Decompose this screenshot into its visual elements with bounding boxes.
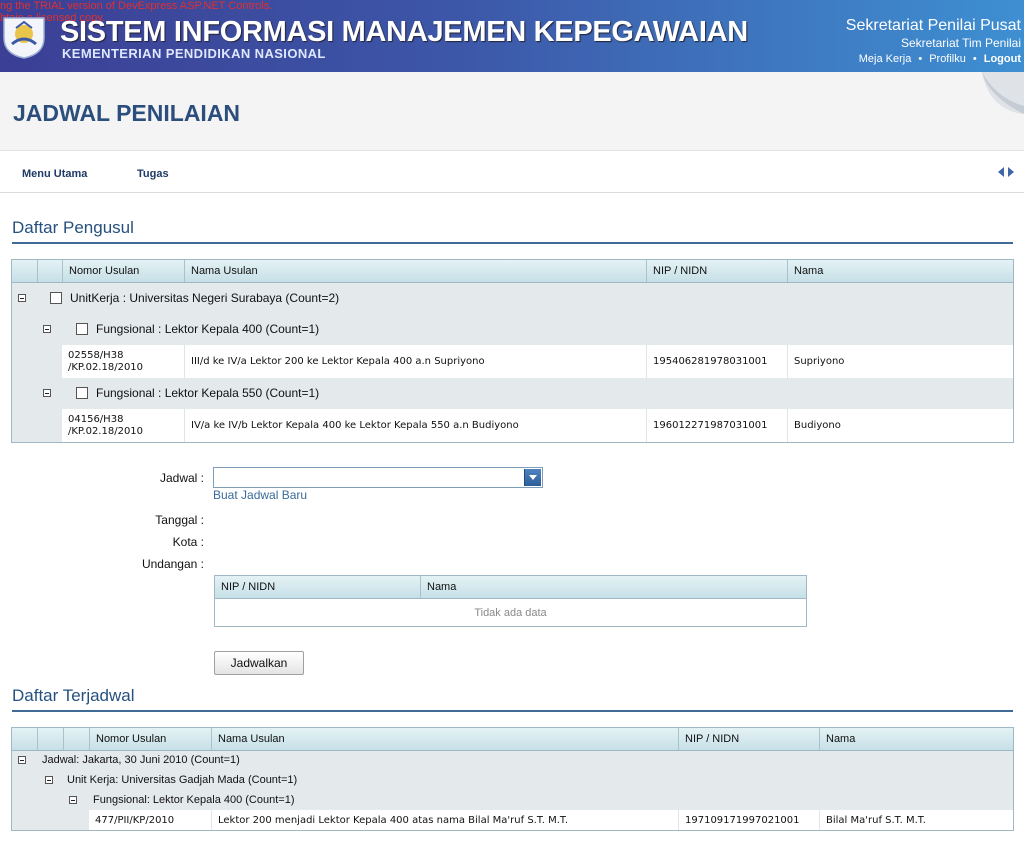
grid-header-spacer xyxy=(37,260,62,282)
tut-wuri-handayani-logo-icon xyxy=(3,17,45,59)
group-row-fungsional-400: Fungsional : Lektor Kepala 400 (Count=1) xyxy=(37,314,1013,346)
table-row[interactable]: 477/PII/KP/2010 Lektor 200 menjadi Lekto… xyxy=(89,810,1013,830)
group-row-unit-kerja: Unit Kerja: Universitas Gadjah Mada (Cou… xyxy=(37,770,1013,791)
cell-nomor-usulan: 477/PII/KP/2010 xyxy=(95,814,175,826)
grid-header: Nomor Usulan Nama Usulan NIP / NIDN Nama xyxy=(12,260,1013,283)
row-indent xyxy=(37,345,63,378)
group-label: Fungsional: Lektor Kepala 400 (Count=1) xyxy=(93,794,295,806)
column-header-nip-nidn[interactable]: NIP / NIDN xyxy=(646,260,787,282)
cell-nama-usulan: III/d ke IV/a Lektor 200 ke Lektor Kepal… xyxy=(184,345,646,378)
empty-state: Tidak ada data xyxy=(474,606,547,619)
table-row[interactable]: 02558/H38 /KP.02.18/2010 III/d ke IV/a L… xyxy=(62,345,1013,379)
grid-header: Nomor Usulan Nama Usulan NIP / NIDN Nama xyxy=(12,728,1013,751)
page-curl-icon xyxy=(982,72,1024,114)
cell-nama-usulan: Lektor 200 menjadi Lektor Kepala 400 ata… xyxy=(211,810,678,830)
collapse-icon[interactable] xyxy=(43,389,51,397)
arrow-left-icon[interactable] xyxy=(998,167,1004,177)
jadwal-label: Jadwal : xyxy=(159,471,204,485)
header-banner: ng the TRIAL version of DevExpress ASP.N… xyxy=(0,0,1024,72)
column-header-nomor-usulan[interactable]: Nomor Usulan xyxy=(62,260,184,282)
terjadwal-grid: Nomor Usulan Nama Usulan NIP / NIDN Nama… xyxy=(11,727,1014,831)
row-indent xyxy=(63,810,90,830)
menu-bar: Menu Utama Tugas xyxy=(0,151,1024,193)
column-header-nama[interactable]: Nama xyxy=(787,260,1013,282)
chevron-down-icon[interactable] xyxy=(524,469,541,486)
menu-item-tugas[interactable]: Tugas xyxy=(137,168,169,181)
group-row-fungsional-550: Fungsional : Lektor Kepala 550 (Count=1) xyxy=(37,378,1013,410)
cell-nama: Budiyono xyxy=(787,409,1013,442)
collapse-icon[interactable] xyxy=(18,294,26,302)
column-header-nama[interactable]: Nama xyxy=(819,728,1013,750)
arrow-right-icon[interactable] xyxy=(1008,167,1014,177)
group-indent xyxy=(12,770,38,830)
column-header-nip-nidn[interactable]: NIP / NIDN xyxy=(678,728,819,750)
cell-nip: 195406281978031001 xyxy=(646,345,787,378)
group-row-fungsional: Fungsional: Lektor Kepala 400 (Count=1) xyxy=(63,790,1013,811)
cell-nomor-line2: /KP.02.18/2010 xyxy=(68,426,144,437)
cell-nomor-line1: 02558/H38 xyxy=(68,349,124,361)
column-header-nama[interactable]: Nama xyxy=(420,576,806,598)
group-label: UnitKerja : Universitas Negeri Surabaya … xyxy=(70,291,340,305)
column-header-nip-nidn[interactable]: NIP / NIDN xyxy=(215,576,420,598)
jadwalkan-button[interactable]: Jadwalkan xyxy=(214,651,304,675)
org-secondary: Sekretariat Tim Penilai xyxy=(900,36,1021,50)
group-label: Unit Kerja: Universitas Gadjah Mada (Cou… xyxy=(67,774,298,786)
cell-nomor-usulan: 02558/H38 /KP.02.18/2010 xyxy=(62,345,184,378)
org-primary: Sekretariat Penilai Pusat xyxy=(845,17,1021,34)
cell-nama: Supriyono xyxy=(787,345,1013,378)
group-row-unitkerja: UnitKerja : Universitas Negeri Surabaya … xyxy=(12,283,1013,315)
app-subtitle: KEMENTERIAN PENDIDIKAN NASIONAL xyxy=(62,46,326,61)
section-divider xyxy=(12,710,1013,712)
grid-header-spacer xyxy=(63,728,89,750)
group-checkbox[interactable] xyxy=(76,323,88,335)
cell-nama-usulan: IV/a ke IV/b Lektor Kepala 400 ke Lektor… xyxy=(184,409,646,442)
column-header-nomor-usulan[interactable]: Nomor Usulan xyxy=(89,728,211,750)
cell-nomor-usulan: 04156/H38 /KP.02.18/2010 xyxy=(62,409,184,442)
collapse-icon[interactable] xyxy=(43,325,51,333)
cell-nip: 196012271987031001 xyxy=(646,409,787,442)
cell-nomor-line2: /KP.02.18/2010 xyxy=(68,361,144,373)
cell-nama: Bilal Ma'ruf S.T. M.T. xyxy=(819,810,1013,830)
section-divider xyxy=(12,242,1013,244)
column-header-nama-usulan[interactable]: Nama Usulan xyxy=(211,728,678,750)
buat-jadwal-baru-link[interactable]: Buat Jadwal Baru xyxy=(213,488,307,502)
group-checkbox[interactable] xyxy=(50,292,62,304)
column-header-nama-usulan[interactable]: Nama Usulan xyxy=(184,260,646,282)
collapse-icon[interactable] xyxy=(45,776,53,784)
jadwal-select[interactable] xyxy=(213,467,543,488)
link-separator: • xyxy=(972,53,977,65)
undangan-label: Undangan : xyxy=(141,557,204,571)
undangan-grid: NIP / NIDN Nama Tidak ada data xyxy=(214,575,807,627)
menu-item-menu-utama[interactable]: Menu Utama xyxy=(22,168,87,181)
cell-nomor-line1: 04156/H38 xyxy=(68,414,124,425)
logout-link[interactable]: Logout xyxy=(984,53,1021,65)
user-links: Meja Kerja • Profilku • Logout xyxy=(859,52,1021,66)
section-title-daftar-pengusul: Daftar Pengusul xyxy=(12,218,134,237)
meja-kerja-link[interactable]: Meja Kerja xyxy=(859,53,912,65)
group-label: Fungsional : Lektor Kepala 550 (Count=1) xyxy=(96,386,320,400)
section-title-daftar-terjadwal: Daftar Terjadwal xyxy=(12,686,135,705)
grid-header-spacer xyxy=(37,728,63,750)
title-bar: JADWAL PENILAIAN xyxy=(0,72,1024,151)
profilku-link[interactable]: Profilku xyxy=(929,53,966,65)
table-row[interactable]: 04156/H38 /KP.02.18/2010 IV/a ke IV/b Le… xyxy=(62,409,1013,442)
collapse-icon[interactable] xyxy=(69,796,77,804)
group-label: Fungsional : Lektor Kepala 400 (Count=1) xyxy=(96,322,320,336)
tanggal-label: Tanggal : xyxy=(155,513,204,527)
pengusul-grid: Nomor Usulan Nama Usulan NIP / NIDN Nama… xyxy=(11,259,1014,443)
row-indent xyxy=(37,409,63,442)
cell-nip: 197109171997021001 xyxy=(678,810,819,830)
group-checkbox[interactable] xyxy=(76,387,88,399)
group-row-jadwal: Jadwal: Jakarta, 30 Juni 2010 (Count=1) xyxy=(12,751,1013,771)
grid-header: NIP / NIDN Nama xyxy=(215,576,806,599)
collapse-icon[interactable] xyxy=(18,756,26,764)
kota-label: Kota : xyxy=(172,535,204,549)
page-title: JADWAL PENILAIAN xyxy=(13,100,241,126)
link-separator: • xyxy=(918,53,923,65)
app-title: SISTEM INFORMASI MANAJEMEN KEPEGAWAIAN xyxy=(60,16,748,48)
group-indent xyxy=(12,314,38,442)
group-label: Jadwal: Jakarta, 30 Juni 2010 (Count=1) xyxy=(42,754,240,766)
trial-notice-line1: ng the TRIAL version of DevExpress ASP.N… xyxy=(0,0,273,12)
group-indent xyxy=(37,790,64,830)
